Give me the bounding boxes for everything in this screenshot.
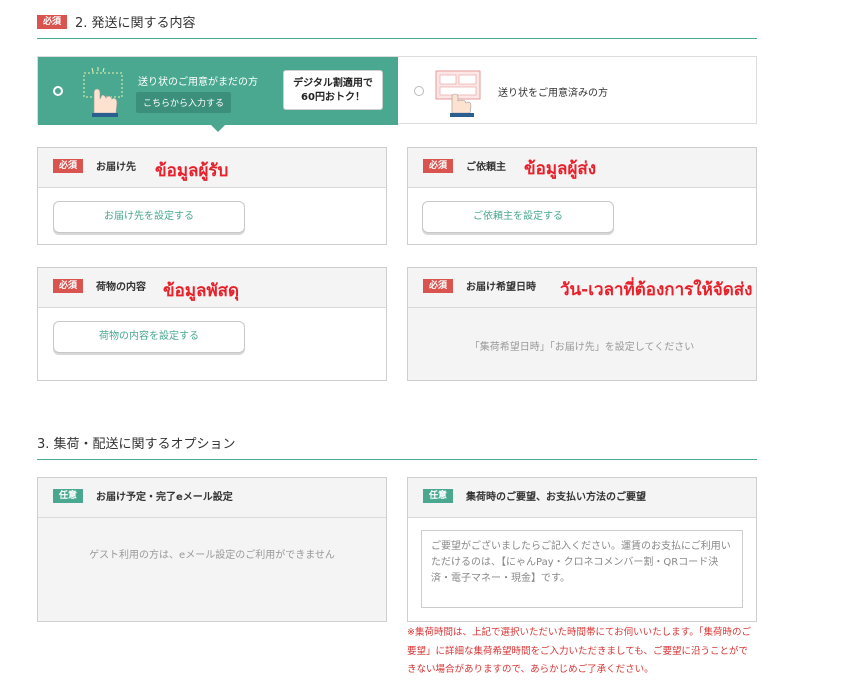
required-badge: 必須 — [423, 279, 454, 293]
hand-tap-icon — [83, 67, 123, 117]
email-card-header: 任意 お届け予定・完了eメール設定 — [38, 478, 386, 518]
radio-has-waybill[interactable] — [414, 86, 424, 96]
email-guest-message: ゲスト利用の方は、eメール設定のご利用ができません — [89, 550, 335, 561]
pickup-request-textarea[interactable]: ご要望がございましたらご記入ください。運賃のお支払にご利用いただけるのは、【にゃ… — [421, 530, 743, 608]
required-badge: 必須 — [423, 159, 454, 173]
set-package-button[interactable]: 荷物の内容を設定する — [53, 321, 245, 353]
section-3-title: 3. 集荷・配送に関するオプション — [37, 437, 236, 452]
enter-here-chip[interactable]: こちらから入力する — [136, 92, 232, 113]
section-2-title: 2. 発送に関する内容 — [75, 16, 196, 31]
pickup-request-card: 任意 集荷時のご要望、お支払い方法のご要望 ご要望がございましたらご記入ください… — [407, 477, 757, 622]
waybill-icon — [435, 70, 481, 117]
option-no-waybill-label: 送り状のご用意がまだの方 — [138, 77, 258, 88]
recipient-annotation: ข้อมูลผู้รับ — [155, 161, 229, 181]
delivery-time-annotation: วัน-เวลาที่ต้องการให้จัดส่ง — [560, 280, 753, 300]
delivery-time-message: 「集荷希望日時」「お届け先」を設定してください — [469, 342, 695, 353]
required-badge: 必須 — [53, 279, 84, 293]
pickup-time-note: ※集荷時間は、上記で選択いただいた時間帯にてお伺いいたします。「集荷時のご要望」… — [407, 627, 751, 675]
radio-no-waybill[interactable] — [53, 86, 63, 96]
pickup-request-label: 集荷時のご要望、お支払い方法のご要望 — [466, 492, 646, 503]
option-no-waybill[interactable]: 送り状のご用意がまだの方 こちらから入力する デジタル割適用で 60円おトク！ — [38, 57, 398, 132]
section-3-divider — [37, 459, 757, 460]
optional-badge: 任意 — [53, 489, 84, 503]
section-3-heading: 3. 集荷・配送に関するオプション — [37, 433, 236, 452]
package-label: 荷物の内容 — [96, 282, 146, 293]
email-setting-card: 任意 お届け予定・完了eメール設定 ゲスト利用の方は、eメール設定のご利用ができ… — [37, 477, 387, 622]
set-sender-button[interactable]: ご依頼主を設定する — [422, 201, 614, 233]
required-badge: 必須 — [53, 159, 84, 173]
delivery-time-body: 「集荷希望日時」「お届け先」を設定してください — [408, 308, 756, 380]
option-has-waybill-label[interactable]: 送り状をご用意済みの方 — [498, 84, 608, 99]
section-2-heading: 必須 2. 発送に関する内容 — [37, 12, 196, 31]
sender-label: ご依頼主 — [466, 162, 506, 173]
section-2-divider — [37, 38, 757, 39]
optional-badge: 任意 — [423, 489, 454, 503]
email-setting-label: お届け予定・完了eメール設定 — [96, 492, 233, 503]
recipient-label: お届け先 — [96, 162, 136, 173]
required-badge: 必須 — [37, 14, 68, 29]
shipping-method-selector: 送り状のご用意がまだの方 こちらから入力する デジタル割適用で 60円おトク！ … — [37, 56, 757, 132]
promo-line-2: 60円おトク！ — [301, 92, 365, 103]
delivery-time-label: お届け希望日時 — [466, 282, 536, 293]
sender-annotation: ข้อมูลผู้ส่ง — [524, 159, 597, 179]
set-recipient-button[interactable]: お届け先を設定する — [53, 201, 245, 233]
promo-line-1: デジタル割適用で — [293, 78, 373, 89]
email-card-body: ゲスト利用の方は、eメール設定のご利用ができません — [38, 518, 386, 621]
package-annotation: ข้อมูลพัสดุ — [163, 281, 240, 301]
pickup-card-header: 任意 集荷時のご要望、お支払い方法のご要望 — [408, 478, 756, 518]
digital-discount-promo: デジタル割適用で 60円おトク！ — [283, 70, 383, 110]
